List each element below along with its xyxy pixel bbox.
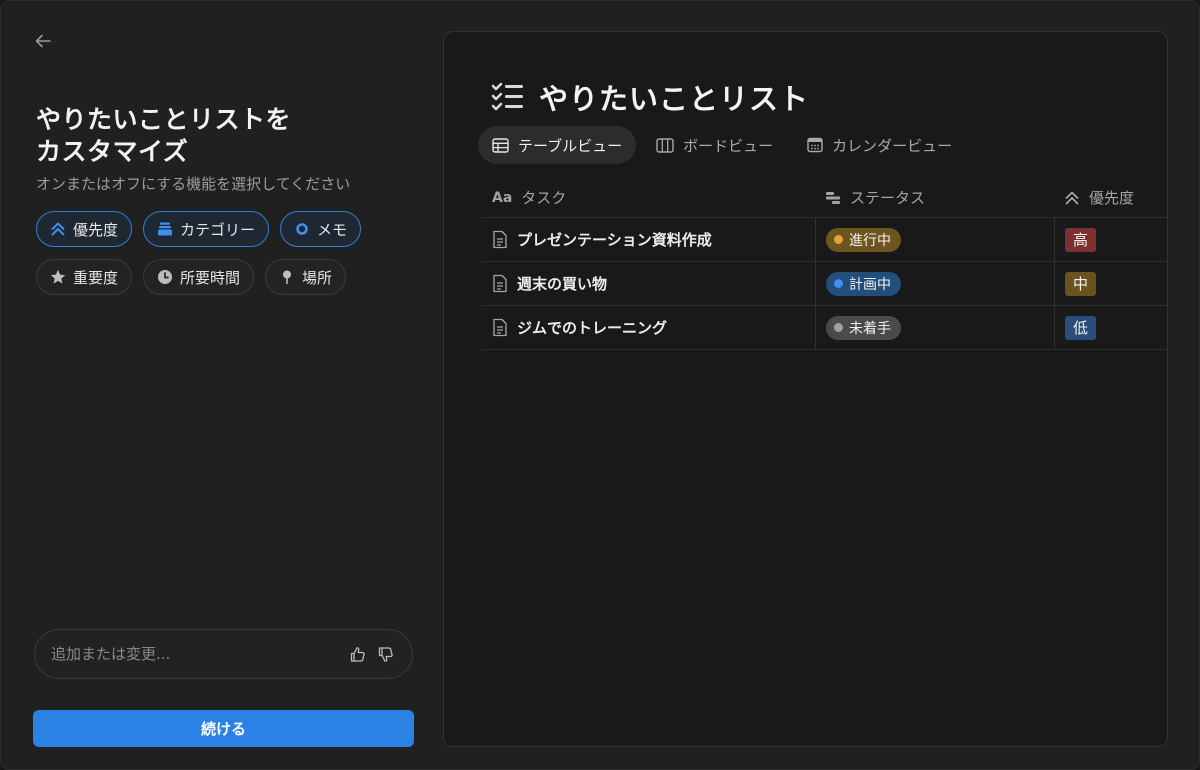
status-dot	[834, 279, 843, 288]
edit-input[interactable]	[51, 645, 340, 663]
priority-badge[interactable]: 中	[1065, 271, 1096, 296]
chip-location[interactable]: 場所	[265, 259, 347, 295]
tab-board-view[interactable]: ボードビュー	[642, 126, 787, 164]
view-tabs: テーブルビュー ボードビュー カレンダービュー	[478, 126, 966, 164]
database-title: やりたいことリスト	[491, 76, 809, 118]
column-header-priority[interactable]: 優先度	[1054, 178, 1167, 217]
chip-label: 所要時間	[180, 268, 241, 287]
checklist-icon	[491, 82, 523, 111]
task-name: 週末の買い物	[517, 275, 608, 293]
column-label: ステータス	[850, 189, 926, 207]
status-badge[interactable]: 計画中	[826, 271, 901, 296]
column-header-status[interactable]: ステータス	[815, 178, 1054, 217]
ring-icon	[294, 221, 310, 237]
status-label: 未着手	[849, 320, 891, 337]
chip-duration[interactable]: 所要時間	[143, 259, 255, 295]
board-icon	[656, 137, 674, 153]
text-property-icon: Aa	[492, 189, 513, 206]
chip-label: 優先度	[73, 220, 119, 239]
dialog-window: やりたいことリストをカスタマイズ オンまたはオフにする機能を選択してください 優…	[0, 0, 1200, 770]
tab-label: カレンダービュー	[832, 136, 953, 155]
database-preview: やりたいことリスト テーブルビュー ボードビュー カレンダービュー Aa タスク	[443, 31, 1168, 747]
task-table: Aa タスク ステータス 優先度 プレゼンテーション資料作成 進行中 高 週末の…	[482, 178, 1167, 350]
page-icon	[493, 318, 507, 337]
priority-badge[interactable]: 高	[1065, 227, 1096, 252]
table-header-row: Aa タスク ステータス 優先度	[482, 178, 1167, 218]
status-label: 進行中	[849, 232, 891, 249]
priority-badge[interactable]: 低	[1065, 315, 1096, 340]
edit-input-box	[34, 629, 413, 679]
table-row[interactable]: ジムでのトレーニング 未着手 低	[482, 306, 1167, 350]
status-dot	[834, 235, 843, 244]
chip-memo[interactable]: メモ	[280, 211, 362, 247]
stack-icon	[157, 221, 173, 237]
status-badge[interactable]: 未着手	[826, 315, 901, 340]
clock-icon	[157, 269, 173, 285]
status-property-icon	[826, 191, 840, 204]
double-chevron-up-icon	[1065, 191, 1079, 204]
tab-label: ボードビュー	[683, 136, 774, 155]
pin-icon	[279, 269, 295, 285]
feature-chip-group: 優先度 カテゴリー メモ 重要度 所要時間 場所	[36, 211, 416, 307]
table-row[interactable]: プレゼンテーション資料作成 進行中 高	[482, 218, 1167, 262]
page-icon	[493, 230, 507, 249]
task-name: ジムでのトレーニング	[517, 319, 668, 337]
status-dot	[834, 323, 843, 332]
chip-importance[interactable]: 重要度	[36, 259, 133, 295]
chip-priority[interactable]: 優先度	[36, 211, 133, 247]
thumbs-down-icon[interactable]	[374, 643, 396, 665]
chip-label: カテゴリー	[180, 220, 256, 239]
tab-label: テーブルビュー	[518, 136, 623, 155]
task-name: プレゼンテーション資料作成	[517, 231, 712, 249]
page-icon	[493, 274, 507, 293]
tab-calendar-view[interactable]: カレンダービュー	[793, 126, 966, 164]
calendar-icon	[807, 137, 823, 153]
continue-button[interactable]: 続ける	[33, 710, 414, 747]
chip-label: 重要度	[73, 268, 119, 287]
table-row[interactable]: 週末の買い物 計画中 中	[482, 262, 1167, 306]
column-label: 優先度	[1089, 189, 1135, 207]
back-button[interactable]	[29, 27, 57, 55]
arrow-left-icon	[35, 34, 51, 48]
thumbs-up-icon[interactable]	[346, 643, 368, 665]
table-icon	[492, 137, 509, 153]
chip-label: 場所	[302, 268, 333, 287]
customize-title: やりたいことリストをカスタマイズ	[36, 105, 292, 166]
star-icon	[50, 269, 66, 285]
chip-label: メモ	[317, 220, 348, 239]
chip-category[interactable]: カテゴリー	[143, 211, 270, 247]
tab-table-view[interactable]: テーブルビュー	[478, 126, 637, 164]
double-chevron-up-icon	[50, 221, 66, 237]
customize-subtitle: オンまたはオフにする機能を選択してください	[36, 175, 351, 193]
column-header-task[interactable]: Aa タスク	[482, 178, 815, 217]
database-title-text: やりたいことリスト	[539, 82, 810, 116]
column-label: タスク	[521, 189, 567, 207]
status-label: 計画中	[849, 276, 891, 293]
status-badge[interactable]: 進行中	[826, 227, 901, 252]
